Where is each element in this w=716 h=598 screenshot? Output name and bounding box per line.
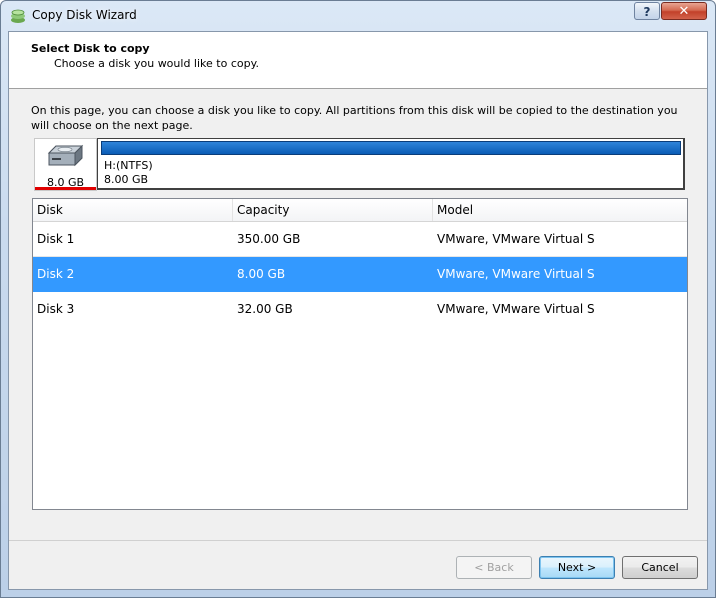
page-title: Select Disk to copy [31, 42, 150, 55]
table-row-selected[interactable]: Disk 2 8.00 GB VMware, VMware Virtual S [33, 257, 687, 292]
footer-divider [9, 540, 707, 541]
column-header-capacity[interactable]: Capacity [233, 199, 433, 221]
close-button[interactable]: ✕ [661, 2, 707, 20]
copy-disk-wizard-window: Copy Disk Wizard ? ✕ Select Disk to copy… [0, 0, 716, 598]
wizard-app-icon [11, 9, 25, 23]
model-cell: VMware, VMware Virtual S [437, 267, 595, 281]
wizard-header: Select Disk to copy Choose a disk you wo… [9, 32, 707, 89]
disk-map-tile[interactable]: 8.0 GB [34, 138, 97, 191]
column-header-model[interactable]: Model [433, 199, 687, 221]
title-bar[interactable]: Copy Disk Wizard ? ✕ [1, 1, 715, 31]
hard-drive-icon [47, 144, 84, 167]
capacity-cell: 32.00 GB [237, 302, 293, 316]
disk-name-cell: Disk 3 [37, 302, 75, 316]
capacity-cell: 350.00 GB [237, 232, 301, 246]
window-title: Copy Disk Wizard [32, 8, 137, 22]
partition-usage-bar [101, 141, 681, 155]
next-button[interactable]: Next > [539, 556, 615, 579]
disk-list-header: Disk Capacity Model [33, 199, 687, 222]
partition-size: 8.00 GB [104, 173, 149, 186]
capacity-cell: 8.00 GB [237, 267, 286, 281]
partition-map[interactable]: H:(NTFS) 8.00 GB [97, 138, 685, 190]
page-subtitle: Choose a disk you would like to copy. [54, 57, 260, 70]
disk-list[interactable]: Disk Capacity Model Disk 1 350.00 GB VMw… [32, 198, 688, 510]
wizard-page: Select Disk to copy Choose a disk you wo… [8, 31, 708, 590]
disk-name-cell: Disk 2 [37, 267, 75, 281]
column-header-disk[interactable]: Disk [33, 199, 233, 221]
cancel-button[interactable]: Cancel [622, 556, 698, 579]
selected-disk-indicator [35, 187, 96, 190]
partition-name: H:(NTFS) [104, 159, 153, 172]
model-cell: VMware, VMware Virtual S [437, 302, 595, 316]
disk-name-cell: Disk 1 [37, 232, 75, 246]
back-button[interactable]: < Back [456, 556, 532, 579]
help-button[interactable]: ? [634, 2, 660, 20]
page-description: On this page, you can choose a disk you … [31, 104, 678, 132]
model-cell: VMware, VMware Virtual S [437, 232, 595, 246]
table-row[interactable]: Disk 3 32.00 GB VMware, VMware Virtual S [33, 292, 687, 326]
table-row[interactable]: Disk 1 350.00 GB VMware, VMware Virtual … [33, 222, 687, 257]
